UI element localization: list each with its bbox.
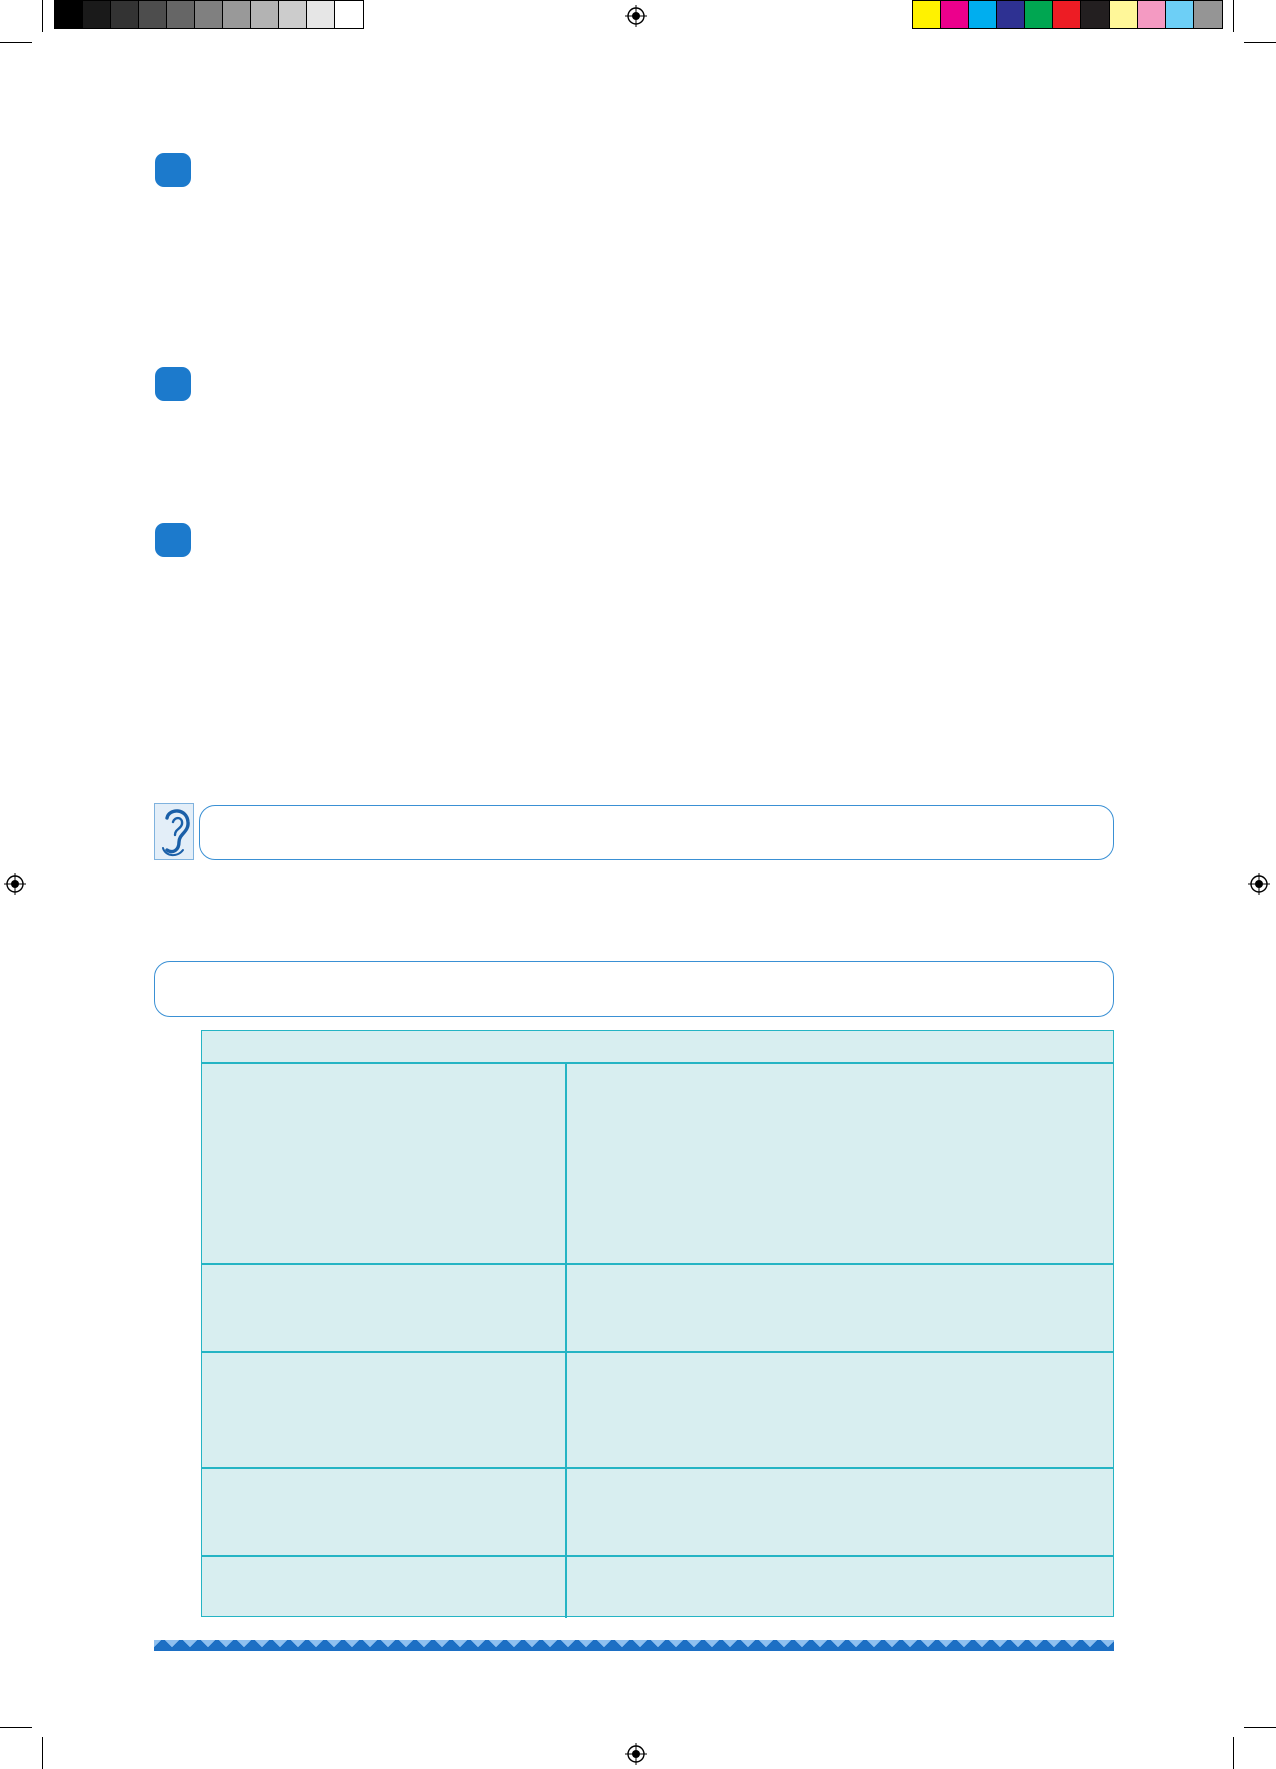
section-marker-2	[155, 367, 191, 401]
color-swatch-11	[1193, 1, 1222, 28]
gray-swatch-8	[251, 1, 279, 28]
registration-target-icon	[625, 5, 647, 27]
color-swatch-8	[1109, 1, 1138, 28]
crop-mark-top-right-h	[1244, 42, 1276, 43]
color-swatch-3	[969, 1, 998, 28]
color-swatch-7	[1081, 1, 1110, 28]
section-marker-1	[155, 153, 191, 187]
crop-mark-top-left-v	[42, 0, 43, 32]
table-row-rule	[202, 1263, 1113, 1265]
registration-target-icon	[1248, 873, 1270, 895]
table-row-rule	[202, 1467, 1113, 1469]
crop-mark-bottom-right-v	[1233, 1737, 1234, 1769]
crop-mark-bottom-left-h	[0, 1727, 32, 1728]
gray-swatch-2	[83, 1, 111, 28]
table-row-rule	[202, 1555, 1113, 1557]
footer-zigzag-band	[154, 1640, 1114, 1651]
color-swatch-10	[1165, 1, 1194, 28]
data-table	[201, 1030, 1114, 1618]
gray-swatch-4	[139, 1, 167, 28]
color-swatch-6	[1053, 1, 1082, 28]
listening-prompt-box	[199, 805, 1114, 860]
table-column-divider	[565, 1062, 567, 1618]
color-swatch-1	[913, 1, 942, 28]
registration-target-icon	[625, 1743, 647, 1765]
gray-swatch-1	[55, 1, 83, 28]
gray-swatch-7	[223, 1, 251, 28]
gray-swatch-11	[335, 1, 363, 28]
color-scale-bar	[912, 0, 1223, 29]
table-header-rule	[202, 1062, 1113, 1064]
gray-swatch-10	[307, 1, 335, 28]
gray-scale-bar	[54, 0, 364, 29]
crop-mark-bottom-right-h	[1244, 1727, 1276, 1728]
section-heading-box	[154, 961, 1114, 1017]
color-swatch-5	[1025, 1, 1054, 28]
ear-icon	[154, 803, 194, 860]
gray-swatch-3	[111, 1, 139, 28]
crop-mark-bottom-left-v	[42, 1737, 43, 1769]
registration-target-icon	[4, 873, 26, 895]
section-marker-3	[155, 523, 191, 557]
gray-swatch-5	[167, 1, 195, 28]
gray-swatch-9	[279, 1, 307, 28]
crop-mark-top-left-h	[0, 42, 32, 43]
color-swatch-2	[941, 1, 970, 28]
crop-mark-top-right-v	[1233, 0, 1234, 32]
color-swatch-4	[997, 1, 1026, 28]
table-row-rule	[202, 1351, 1113, 1353]
gray-swatch-6	[195, 1, 223, 28]
color-swatch-9	[1137, 1, 1166, 28]
